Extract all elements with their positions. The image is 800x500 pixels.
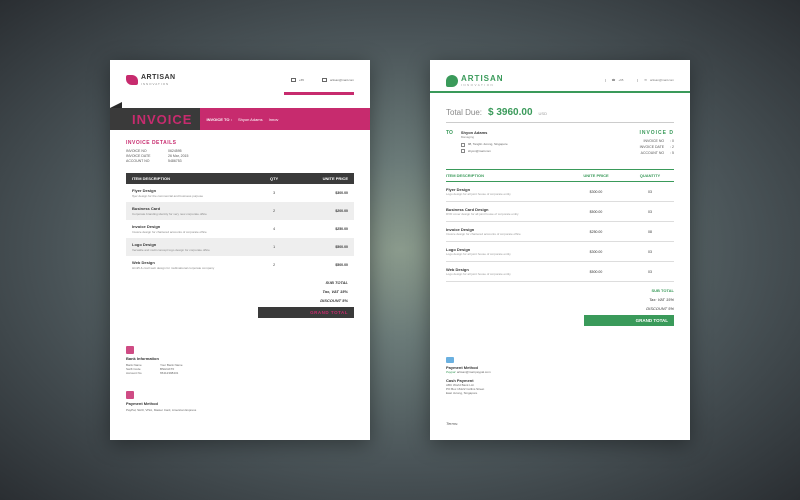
brand-name: ARTISAN bbox=[461, 74, 504, 83]
paypal-icon bbox=[446, 357, 454, 363]
table-row: Flyer DesignLogo design for all joint ho… bbox=[446, 182, 674, 202]
terms-label: Terms: bbox=[446, 421, 458, 426]
table-row: Flyer Designflyer design for the commerc… bbox=[126, 184, 354, 202]
details-title: INVOICE DETAILS bbox=[126, 140, 354, 146]
col-description: ITEM DESCRIPTION bbox=[446, 173, 566, 178]
table-row: Business Card DesignDVD cover design for… bbox=[446, 202, 674, 222]
table-header: ITEM DESCRIPTION UNITE PRICE QUANTITY bbox=[446, 169, 674, 182]
logo: ARTISAN INNOVATION bbox=[126, 74, 176, 86]
brand-sub: INNOVATION bbox=[461, 83, 504, 87]
col-qty: QTY bbox=[257, 176, 291, 181]
phone-icon: ☎ bbox=[612, 79, 616, 83]
col-qty: QUANTITY bbox=[626, 173, 674, 178]
header: ARTISAN INNOVATION ☎+65 ✉artisan@mail.co… bbox=[446, 74, 674, 87]
col-price: UNITE PRICE bbox=[291, 176, 348, 181]
bill-to: TO Shyon Adams Managing 98, Tanglin Juro… bbox=[446, 130, 674, 157]
invoice-page-green: ARTISAN INNOVATION ☎+65 ✉artisan@mail.co… bbox=[430, 60, 690, 440]
contact-block: ☎+65 ✉artisan@mail.com bbox=[605, 79, 674, 83]
header: ARTISAN INNOVATION +65 artisan@mail.com bbox=[126, 74, 354, 86]
col-description: ITEM DESCRIPTION bbox=[132, 176, 257, 181]
email: artisan@mail.com bbox=[330, 78, 354, 82]
phone-icon bbox=[291, 78, 296, 82]
footer: Payment Method Paypal: artisan@mail.payp… bbox=[446, 357, 491, 395]
pin-icon bbox=[461, 143, 465, 147]
totals: SUB TOTAL Tax, VAT 15% DISCOUNT 5% GRAND… bbox=[126, 278, 354, 318]
subtotal-label: SUB TOTAL bbox=[288, 280, 348, 285]
totals: SUB TOTAL Tax: VAT 15% DISCOUNT 5% GRAND… bbox=[446, 286, 674, 326]
col-price: UNITE PRICE bbox=[566, 173, 626, 178]
invoice-to-extra: Innov bbox=[269, 117, 279, 122]
grand-total: GRAND TOTAL bbox=[258, 307, 354, 318]
table-row: Logo DesignVersatile and multi concept l… bbox=[126, 238, 354, 256]
bank-title: Bank Information bbox=[126, 356, 183, 361]
table-row: Web DesignHtml5 & css3 web design for mu… bbox=[126, 256, 354, 274]
contact-block: +65 artisan@mail.com bbox=[291, 78, 354, 82]
invoice-banner: INVOICE INVOICE TO : Shyon Adams Innov bbox=[110, 108, 370, 130]
subtotal-label: SUB TOTAL bbox=[614, 288, 674, 293]
mail-icon bbox=[461, 149, 465, 153]
total-amount: $ 3960.00 bbox=[488, 107, 533, 118]
to-sub: Managing bbox=[461, 135, 632, 139]
brand-sub: INNOVATION bbox=[141, 82, 176, 86]
total-currency: USD bbox=[539, 111, 547, 116]
bank-icon bbox=[126, 346, 134, 354]
logo-icon bbox=[126, 75, 138, 85]
mail-icon: ✉ bbox=[644, 79, 647, 83]
brand-name: ARTISAN bbox=[141, 74, 176, 81]
table-row: Invoice DesignInvoice design for charter… bbox=[446, 222, 674, 242]
meta-title: INVOICE D bbox=[639, 130, 674, 136]
tax-label: Tax: VAT 15% bbox=[614, 297, 674, 302]
table-row: Business CardCorporate branding identity… bbox=[126, 202, 354, 220]
total-due: Total Due: $ 3960.00 USD bbox=[446, 107, 674, 118]
invoice-title: INVOICE bbox=[132, 112, 192, 127]
table-row: Invoice DesignInvoice design for charter… bbox=[126, 220, 354, 238]
payment-text: PayPal, Skrill, VISA, Master Card, Ameri… bbox=[126, 408, 196, 412]
phone: +65 bbox=[299, 78, 304, 82]
grand-total: GRAND TOTAL bbox=[584, 315, 674, 326]
logo-icon bbox=[446, 75, 458, 87]
invoice-details: INVOICE DETAILS INVOICE NO0624595 INVOIC… bbox=[126, 140, 354, 163]
invoice-to-label: INVOICE TO : bbox=[206, 117, 231, 122]
invoice-meta: INVOICE D INVOICE NO: 0 INVOICE DATE: 2 … bbox=[639, 130, 674, 157]
total-label: Total Due: bbox=[446, 108, 482, 117]
invoice-to-name: Shyon Adams bbox=[238, 117, 263, 122]
invoice-to-strip: INVOICE TO : Shyon Adams Innov bbox=[200, 108, 370, 130]
tax-label: Tax, VAT 15% bbox=[288, 289, 348, 294]
mail-icon bbox=[322, 78, 327, 82]
table-row: Logo DesignLogo design for all joint hou… bbox=[446, 242, 674, 262]
accent-rule bbox=[430, 91, 690, 93]
invoice-page-magenta: ARTISAN INNOVATION +65 artisan@mail.com … bbox=[110, 60, 370, 440]
payment-icon bbox=[126, 391, 134, 399]
accent-bar bbox=[284, 92, 354, 95]
to-label: TO bbox=[446, 130, 453, 157]
discount-label: DISCOUNT 5% bbox=[614, 306, 674, 311]
table-header: ITEM DESCRIPTION QTY UNITE PRICE bbox=[126, 173, 354, 184]
payment-title: Payment Method bbox=[126, 401, 196, 406]
table-row: Web DesignLogo design for all joint hous… bbox=[446, 262, 674, 282]
discount-label: DISCOUNT 5% bbox=[288, 298, 348, 303]
